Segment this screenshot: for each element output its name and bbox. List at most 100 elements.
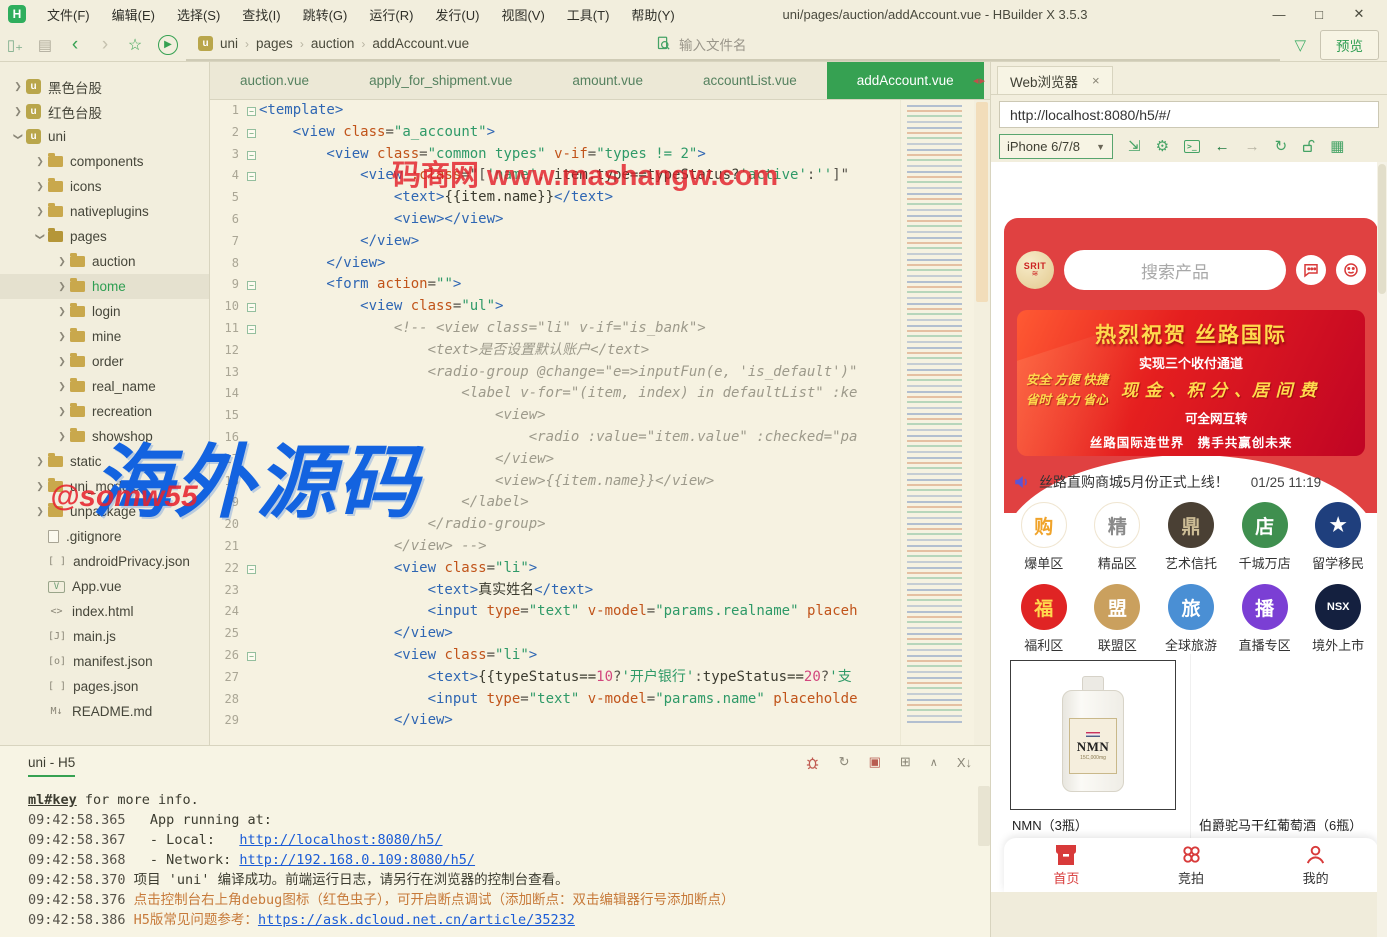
- tree-item[interactable]: ❯ home: [0, 274, 209, 299]
- code-line[interactable]: 26 − <view class="li">: [210, 645, 900, 667]
- category-item[interactable]: 盟 联盟区: [1081, 584, 1155, 654]
- fold-marker[interactable]: [244, 427, 259, 449]
- breadcrumb[interactable]: u uni›pages›auction›addAccount.vue: [186, 28, 646, 61]
- promo-banner[interactable]: 热烈祝贺 丝路国际 实现三个收付通道 安全 方便 快捷 省时 省力 省心 现 金…: [1017, 310, 1365, 456]
- fold-marker[interactable]: [244, 187, 259, 209]
- fold-marker[interactable]: −: [244, 122, 259, 144]
- tree-item[interactable]: .gitignore: [0, 524, 209, 549]
- line-number[interactable]: 27: [210, 667, 244, 689]
- chevron-icon[interactable]: ❯: [54, 306, 70, 317]
- chevron-icon[interactable]: ❯: [32, 206, 48, 217]
- code-line[interactable]: 5 <text>{{item.name}}</text>: [210, 187, 900, 209]
- minimize-button[interactable]: —: [1259, 7, 1299, 22]
- line-number[interactable]: 14: [210, 383, 244, 405]
- fold-marker[interactable]: [244, 689, 259, 711]
- code-line[interactable]: 13 <radio-group @change="e=>inputFun(e, …: [210, 362, 900, 384]
- chevron-icon[interactable]: ❯: [32, 181, 48, 192]
- line-number[interactable]: 10: [210, 296, 244, 318]
- code-line[interactable]: 16 <radio :value="item.value" :checked="…: [210, 427, 900, 449]
- category-item[interactable]: 店 千城万店: [1228, 502, 1302, 572]
- fold-marker[interactable]: [244, 471, 259, 493]
- product-card[interactable]: NMN15C,000mg NMN（3瓶）: [1004, 654, 1191, 838]
- menu-item[interactable]: 运行(R): [358, 5, 424, 24]
- editor-tab[interactable]: auction.vue: [210, 62, 339, 99]
- back-icon[interactable]: ‹: [60, 34, 90, 56]
- fold-marker[interactable]: −: [244, 645, 259, 667]
- code-line[interactable]: 20 </radio-group>: [210, 514, 900, 536]
- tab-mine[interactable]: 我的: [1253, 838, 1378, 892]
- fold-marker[interactable]: −: [244, 558, 259, 580]
- news-ticker[interactable]: 丝路直购商城5月份正式上线！ 01/25 11:19: [1013, 470, 1369, 494]
- nav-back-icon[interactable]: ←: [1215, 139, 1230, 154]
- line-number[interactable]: 23: [210, 580, 244, 602]
- chevron-icon[interactable]: ❯: [54, 381, 70, 392]
- code-line[interactable]: 1 − <template>: [210, 100, 900, 122]
- category-item[interactable]: 精 精品区: [1081, 502, 1155, 572]
- code-line[interactable]: 10 − <view class="ul">: [210, 296, 900, 318]
- line-number[interactable]: 7: [210, 231, 244, 253]
- line-number[interactable]: 22: [210, 558, 244, 580]
- tree-item[interactable]: ❯ nativeplugins: [0, 199, 209, 224]
- minimap[interactable]: [900, 100, 972, 745]
- chevron-icon[interactable]: ❯: [35, 229, 46, 245]
- tree-item[interactable]: ❯ uni_modules: [0, 474, 209, 499]
- editor-tab[interactable]: amount.vue: [542, 62, 673, 99]
- line-number[interactable]: 24: [210, 601, 244, 623]
- fold-marker[interactable]: [244, 623, 259, 645]
- log-link[interactable]: https://ask.dcloud.net.cn/article/35232: [258, 912, 575, 928]
- console-scrollbar[interactable]: [978, 786, 990, 846]
- log-link[interactable]: http://localhost:8080/h5/: [239, 832, 442, 848]
- code-line[interactable]: 15 <view>: [210, 405, 900, 427]
- code-line[interactable]: 17 </view>: [210, 449, 900, 471]
- maximize-button[interactable]: □: [1299, 7, 1339, 22]
- code-line[interactable]: 19 </label>: [210, 492, 900, 514]
- code-line[interactable]: 18 <view>{{item.name}}</view>: [210, 471, 900, 493]
- chevron-icon[interactable]: ❯: [54, 331, 70, 342]
- menu-item[interactable]: 帮助(Y): [620, 5, 685, 24]
- line-number[interactable]: 19: [210, 492, 244, 514]
- breadcrumb-item[interactable]: addAccount.vue: [372, 36, 469, 51]
- tree-item[interactable]: ❯ showshop: [0, 424, 209, 449]
- tree-item[interactable]: ❯ pages: [0, 224, 209, 249]
- breadcrumb-item[interactable]: pages: [256, 36, 293, 51]
- fold-marker[interactable]: [244, 492, 259, 514]
- browser-tab-close-icon[interactable]: ×: [1092, 73, 1100, 88]
- open-external-icon[interactable]: ⇲: [1128, 139, 1141, 154]
- device-select[interactable]: iPhone 6/7/8 ▼: [999, 134, 1113, 159]
- log-link[interactable]: http://192.168.0.109:8080/h5/: [239, 852, 475, 868]
- star-icon[interactable]: ☆: [120, 35, 150, 55]
- tree-item[interactable]: ❯ u 红色台股: [0, 99, 209, 124]
- line-number[interactable]: 28: [210, 689, 244, 711]
- tree-item[interactable]: ❯ auction: [0, 249, 209, 274]
- tree-item[interactable]: ❯ components: [0, 149, 209, 174]
- chevron-icon[interactable]: ❯: [54, 406, 70, 417]
- stop-icon[interactable]: ▣: [869, 754, 881, 770]
- code-line[interactable]: 23 <text>真实姓名</text>: [210, 580, 900, 602]
- fold-marker[interactable]: [244, 514, 259, 536]
- line-number[interactable]: 25: [210, 623, 244, 645]
- console-tab[interactable]: uni - H5: [28, 755, 75, 777]
- line-number[interactable]: 3: [210, 144, 244, 166]
- qr-code-icon[interactable]: ▦: [1330, 139, 1344, 154]
- tree-item[interactable]: ❯ order: [0, 349, 209, 374]
- tree-item[interactable]: ❯ u uni: [0, 124, 209, 149]
- tree-item[interactable]: ❯ static: [0, 449, 209, 474]
- product-search-input[interactable]: 搜索产品: [1064, 250, 1286, 290]
- fold-marker[interactable]: −: [244, 144, 259, 166]
- tree-item[interactable]: [J] main.js: [0, 624, 209, 649]
- line-number[interactable]: 1: [210, 100, 244, 122]
- line-number[interactable]: 8: [210, 253, 244, 275]
- code-line[interactable]: 11 − <!-- <view class="li" v-if="is_bank…: [210, 318, 900, 340]
- clear-console-icon[interactable]: X↓: [957, 755, 972, 770]
- line-number[interactable]: 21: [210, 536, 244, 558]
- customer-service-icon[interactable]: [1336, 255, 1366, 285]
- line-number[interactable]: 16: [210, 427, 244, 449]
- editor-scrollbar[interactable]: [974, 100, 990, 745]
- save-icon[interactable]: ▤: [30, 36, 60, 54]
- fold-marker[interactable]: [244, 362, 259, 384]
- file-search[interactable]: 输入文件名: [646, 28, 1280, 61]
- line-number[interactable]: 13: [210, 362, 244, 384]
- fold-marker[interactable]: −: [244, 165, 259, 187]
- line-number[interactable]: 5: [210, 187, 244, 209]
- code-line[interactable]: 27 <text>{{typeStatus==10?'开户银行':typeSta…: [210, 667, 900, 689]
